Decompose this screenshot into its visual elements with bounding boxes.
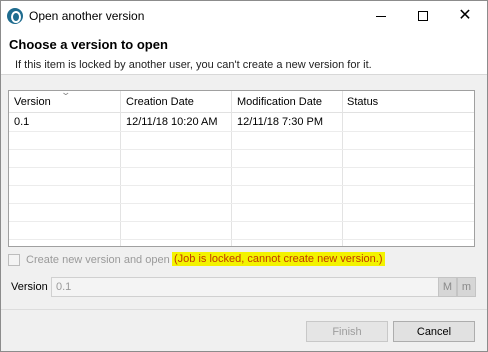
- version-field-row: Version M m: [9, 277, 477, 297]
- row-divider: [9, 239, 474, 240]
- cancel-button[interactable]: Cancel: [393, 321, 475, 342]
- maximize-button[interactable]: [403, 1, 443, 31]
- column-header-status[interactable]: Status: [347, 96, 378, 108]
- finish-button[interactable]: Finish: [306, 321, 388, 342]
- cell-creation-date: 12/11/18 10:20 AM: [126, 116, 218, 128]
- footer-divider: [1, 309, 487, 310]
- column-header-version[interactable]: Version: [14, 96, 51, 108]
- dialog-header: Choose a version to open If this item is…: [1, 31, 487, 75]
- column-header-creation-date[interactable]: Creation Date: [126, 96, 194, 108]
- maximize-icon: [418, 11, 428, 21]
- create-new-version-label: Create new version and open: [26, 254, 170, 266]
- version-input[interactable]: [51, 277, 441, 297]
- create-new-version-checkbox[interactable]: [8, 254, 20, 266]
- cell-modification-date: 12/11/18 7:30 PM: [237, 116, 324, 128]
- open-version-dialog: Open another version ✕ Choose a version …: [0, 0, 488, 352]
- window-title: Open another version: [29, 9, 145, 23]
- sort-chevron-icon: ⌄: [60, 90, 72, 97]
- table-header: Version ⌄ Creation Date Modification Dat…: [9, 91, 474, 113]
- table-row[interactable]: 0.1 12/11/18 10:20 AM 12/11/18 7:30 PM: [9, 113, 474, 131]
- job-locked-warning: (Job is locked, cannot create new versio…: [172, 252, 385, 266]
- row-divider: [9, 203, 474, 204]
- cell-version: 0.1: [14, 116, 30, 128]
- dialog-heading: Choose a version to open: [9, 37, 168, 52]
- row-divider: [9, 185, 474, 186]
- version-label: Version: [11, 281, 48, 293]
- close-icon: ✕: [458, 7, 472, 24]
- column-header-modification-date[interactable]: Modification Date: [237, 96, 322, 108]
- row-divider: [9, 131, 474, 132]
- major-version-button[interactable]: M: [438, 277, 457, 297]
- row-divider: [9, 167, 474, 168]
- versions-table[interactable]: Version ⌄ Creation Date Modification Dat…: [8, 90, 475, 247]
- talend-app-icon: [7, 8, 23, 24]
- column-header-version-label: Version: [14, 96, 51, 108]
- minor-version-button[interactable]: m: [457, 277, 476, 297]
- minimize-button[interactable]: [361, 1, 401, 31]
- title-bar[interactable]: Open another version ✕: [1, 1, 487, 31]
- minimize-icon: [376, 15, 386, 17]
- close-button[interactable]: ✕: [445, 1, 485, 31]
- dialog-description: If this item is locked by another user, …: [15, 59, 372, 71]
- row-divider: [9, 221, 474, 222]
- row-divider: [9, 149, 474, 150]
